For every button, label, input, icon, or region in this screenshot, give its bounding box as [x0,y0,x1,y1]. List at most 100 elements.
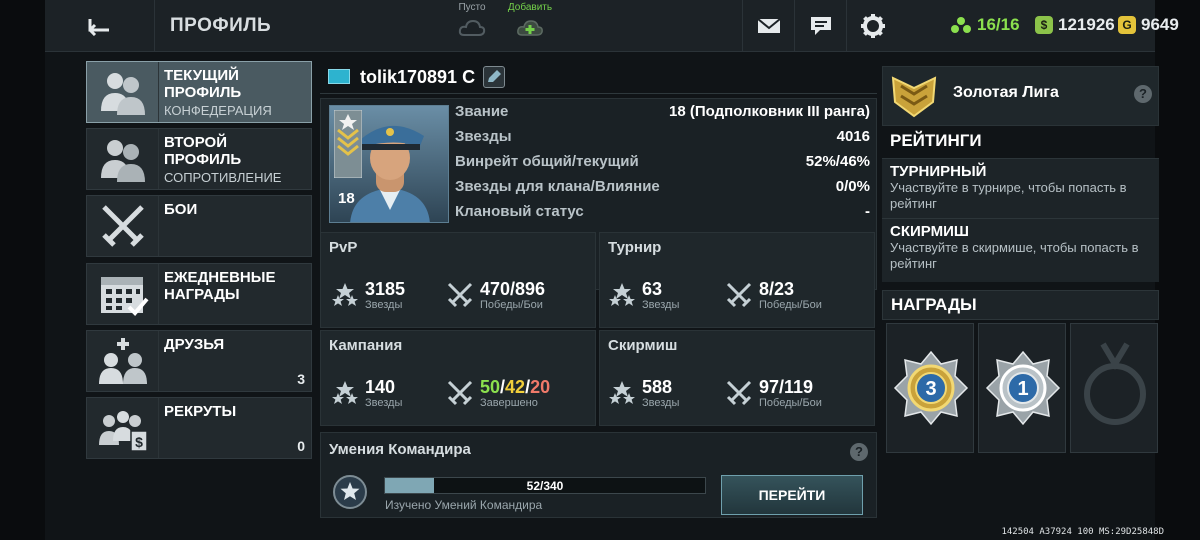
info-key: Винрейт общий/текущий [455,153,639,170]
soldiers-icon [100,140,145,182]
stat-value: 50/42/20 [480,377,551,397]
crossed-swords-icon [447,282,473,308]
stat-block-title: PvP [329,239,358,256]
svg-text:$: $ [135,434,143,450]
recruits-count: 0 [297,438,305,454]
stat-block-title: Кампания [329,337,403,354]
skills-progress-bar: 52/340 [384,477,706,494]
stat-label: Завершено [480,397,538,409]
squad-icon [951,17,971,33]
rating-desc: Участвуйте в скирмише, чтобы попасть в р… [890,240,1139,271]
avatar: 18 [329,105,449,223]
gold-icon: G [1118,16,1136,34]
empty-slot-label: Пусто [458,2,486,13]
menu-item-title: ТЕКУЩИЙ ПРОФИЛЬ [164,67,242,101]
left-margin [0,0,45,540]
stat-label: Звезды [365,397,403,409]
kazakhstan-flag-icon [328,69,350,84]
back-arrow-icon [88,19,109,36]
rating-title: ТУРНИРНЫЙ [890,163,987,180]
friends-count: 3 [297,371,305,387]
add-slot-label: Добавить [507,2,553,13]
help-icon[interactable]: ? [1134,85,1152,103]
menu-item-sub: СОПРОТИВЛЕНИЕ [164,170,282,185]
mail-button[interactable] [742,0,794,52]
svg-text:3: 3 [925,378,936,400]
menu-item-title: РЕКРУТЫ [164,403,237,420]
rank-level: 18 [338,190,355,207]
menu-daily-rewards[interactable]: ЕЖЕДНЕВНЫЕ НАГРАДЫ [86,263,312,325]
info-key: Звезды [455,128,512,145]
player-name-row: tolik170891 C [320,60,877,94]
info-value: 4016 [836,128,870,145]
svg-text:1: 1 [1017,378,1028,400]
info-value: 52%/46% [805,153,870,170]
empty-slot[interactable]: Пусто [442,2,502,50]
money-icon: $ [1035,16,1053,34]
award-slot-3[interactable] [1070,323,1158,453]
menu-item-title: ВТОРОЙ ПРОФИЛЬ [164,134,242,168]
cloud-plus-icon [517,20,543,36]
top-bar: ПРОФИЛЬ Пусто Добавить 16/16 $ 121926 G … [45,0,1179,52]
menu-second-profile[interactable]: ВТОРОЙ ПРОФИЛЬ СОПРОТИВЛЕНИЕ [86,128,312,190]
rating-desc: Участвуйте в турнире, чтобы попасть в ре… [890,180,1127,211]
player-name: tolik170891 C [360,67,476,87]
stars-icon [609,283,635,306]
stat-value: 8/23 [759,279,795,299]
league-panel[interactable]: Золотая Лига ? [882,66,1159,126]
stat-value: 3185 [365,279,406,299]
award-slot-1[interactable]: 3 [886,323,974,453]
medal-1-icon: 1 [985,350,1061,426]
menu-current-profile[interactable]: ТЕКУЩИЙ ПРОФИЛЬ КОНФЕДЕРАЦИЯ [86,61,312,123]
crossed-swords-icon [101,205,144,247]
stat-block-title: Турнир [608,239,662,256]
recruits-icon: $ [98,411,148,452]
stat-value: 63 [642,279,663,299]
info-value: 18 (Подполковник III ранга) [669,103,870,120]
crossed-swords-icon [726,380,752,406]
go-button[interactable]: ПЕРЕЙТИ [721,475,863,515]
stat-value: 470/896 [480,279,546,299]
campaign-stats: Кампания 140 Звезды 50/42/20 Завершено [320,330,596,426]
gold-value: 9649 [1141,15,1179,34]
info-key: Клановый статус [455,203,584,220]
edit-name-button[interactable] [483,66,505,88]
skills-progress-text: 52/340 [526,479,564,493]
skills-note: Изучено Умений Командира [385,498,543,512]
menu-item-title: БОИ [164,201,198,218]
commander-skills: Умения Командира ? 52/340 Изучено Умений… [320,432,877,518]
commander-star-icon [333,475,367,509]
settings-button[interactable] [846,0,898,52]
debug-info: 142504 A37924 100 MS:29D25848D [1001,527,1164,537]
stat-label: Победы/Бои [759,299,822,311]
menu-friends[interactable]: ДРУЗЬЯ 3 [86,330,312,392]
money-value: 121926 [1058,15,1115,34]
crossed-swords-icon [447,380,473,406]
campaign-medium: 42 [505,377,526,397]
help-icon[interactable]: ? [850,443,868,461]
campaign-easy: 50 [480,377,501,397]
info-value: 0/0% [835,178,870,195]
stat-label: Победы/Бои [759,397,822,409]
rating-tournament: ТУРНИРНЫЙ Участвуйте в турнире, чтобы по… [882,158,1159,222]
gold-league-icon [891,76,937,118]
menu-item-sub: КОНФЕДЕРАЦИЯ [164,103,272,118]
money-counter: $ 121926 [1035,15,1115,35]
squads-counter: 16/16 [950,15,1020,35]
league-name: Золотая Лига [953,84,1059,101]
medal-3-icon: 3 [893,350,969,426]
campaign-hard: 20 [530,377,551,397]
menu-item-title: ДРУЗЬЯ [164,336,225,353]
add-slot-button[interactable]: Добавить [500,2,560,50]
menu-battles[interactable]: БОИ [86,195,312,257]
award-slot-2[interactable]: 1 [978,323,1066,453]
skirmish-stats: Скирмиш 588 Звезды 97/119 Победы/Бои [599,330,875,426]
stat-value: 140 [365,377,396,397]
rank-badge-icon [334,110,362,178]
menu-recruits[interactable]: $ РЕКРУТЫ 0 [86,397,312,459]
menu-item-title: ЕЖЕДНЕВНЫЕ НАГРАДЫ [164,269,276,303]
stars-icon [609,381,635,404]
chat-button[interactable] [794,0,846,52]
squads-value: 16/16 [977,15,1020,34]
back-button[interactable] [45,0,155,52]
